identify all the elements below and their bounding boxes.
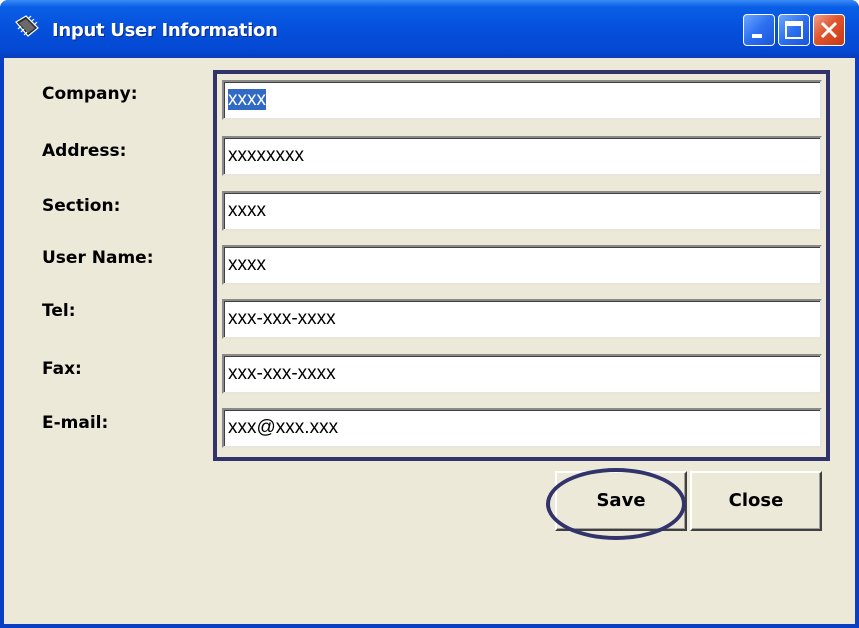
- address-field[interactable]: xxxxxxxx: [222, 136, 822, 176]
- minimize-icon: [752, 34, 762, 38]
- email-label: E-mail:: [42, 413, 109, 433]
- fax-field[interactable]: xxx-xxx-xxxx: [222, 354, 822, 394]
- address-label: Address:: [42, 141, 127, 161]
- company-field[interactable]: xxxx: [222, 80, 822, 120]
- save-button[interactable]: Save: [555, 471, 687, 531]
- tel-label: Tel:: [42, 301, 76, 321]
- minimize-button[interactable]: [743, 14, 775, 46]
- email-value: xxx@xxx.xxx: [228, 417, 339, 438]
- title-bar[interactable]: Input User Information: [0, 0, 859, 58]
- close-button[interactable]: Close: [690, 471, 822, 531]
- fax-label: Fax:: [42, 359, 82, 379]
- user-name-value: xxxx: [228, 254, 266, 275]
- company-label: Company:: [42, 84, 138, 104]
- maximize-icon: [785, 21, 803, 39]
- section-value: xxxx: [228, 200, 266, 221]
- fax-value: xxx-xxx-xxxx: [228, 363, 336, 384]
- email-field[interactable]: xxx@xxx.xxx: [222, 408, 822, 448]
- section-label: Section:: [42, 196, 121, 216]
- dialog-window: Input User Information Company: Address:…: [0, 0, 859, 628]
- tel-field[interactable]: xxx-xxx-xxxx: [222, 299, 822, 339]
- user-name-field[interactable]: xxxx: [222, 245, 822, 285]
- user-name-label: User Name:: [42, 248, 154, 268]
- window-title: Input User Information: [52, 20, 278, 41]
- section-field[interactable]: xxxx: [222, 191, 822, 231]
- close-window-button[interactable]: [813, 14, 845, 46]
- dialog-body: Company: Address: Section: User Name: Te…: [4, 58, 855, 624]
- address-value: xxxxxxxx: [228, 145, 304, 166]
- tel-value: xxx-xxx-xxxx: [228, 308, 336, 329]
- company-value: xxxx: [228, 89, 266, 110]
- maximize-button[interactable]: [778, 14, 810, 46]
- app-chip-icon: [12, 14, 42, 40]
- close-icon: [820, 21, 838, 39]
